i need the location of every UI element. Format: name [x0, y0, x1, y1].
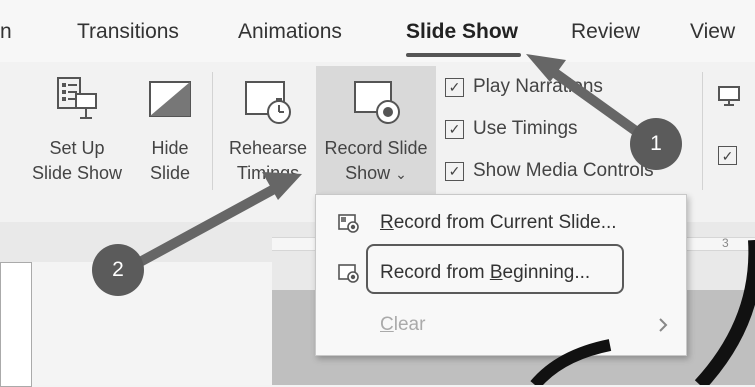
- watermark-stroke-1: [694, 240, 755, 385]
- annotation-arrows: [135, 54, 755, 385]
- watermark-stroke-2: [530, 339, 612, 385]
- step-badge-2: 2: [92, 244, 144, 296]
- step-badge-1: 1: [630, 118, 682, 170]
- arrow-2-shaft: [135, 183, 281, 267]
- arrow-1-shaft: [543, 63, 645, 139]
